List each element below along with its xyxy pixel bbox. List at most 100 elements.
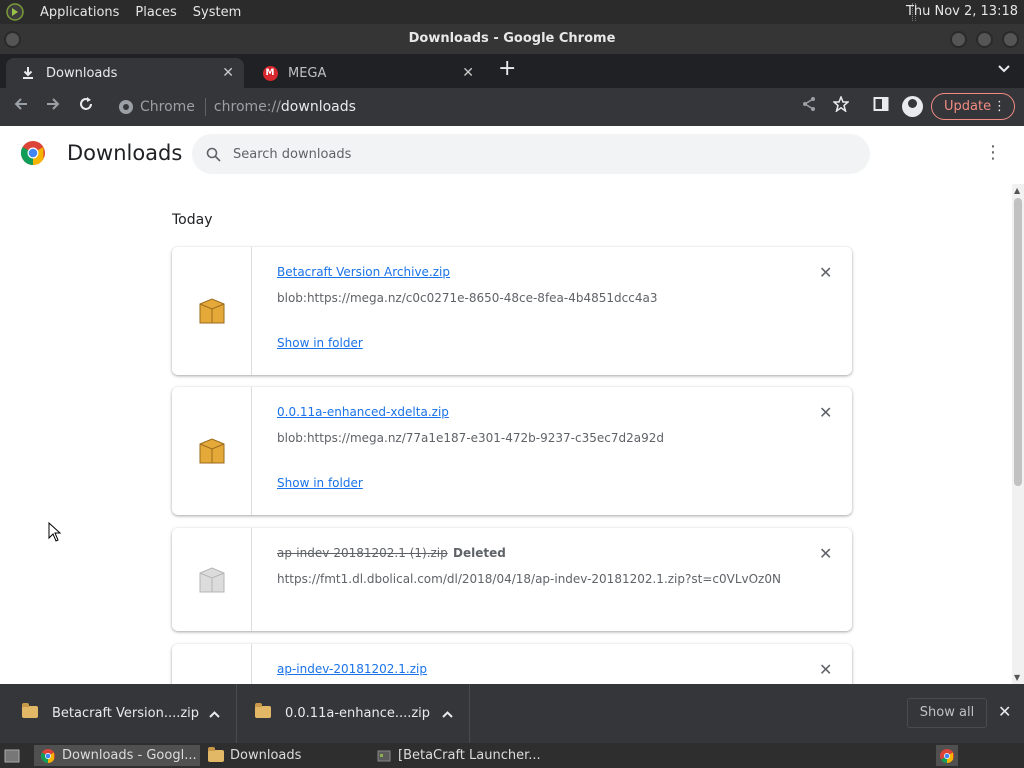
download-shelf: Betacraft Version....zip 0.0.11a-enhance…: [0, 684, 1024, 743]
menu-places[interactable]: Places: [135, 5, 176, 20]
update-label: Update: [944, 99, 992, 114]
download-status-badge: Deleted: [453, 546, 506, 560]
shelf-item-name: 0.0.11a-enhance....zip: [285, 706, 431, 721]
bookmark-star-icon[interactable]: [832, 94, 850, 117]
download-item: Betacraft Version Archive.zip blob:https…: [172, 247, 852, 375]
gnome-foot-icon[interactable]: [6, 3, 24, 21]
side-panel-icon[interactable]: [873, 96, 889, 117]
tab-mega[interactable]: M MEGA ✕: [248, 58, 484, 88]
task-files[interactable]: Downloads: [202, 745, 368, 766]
search-input[interactable]: [233, 146, 833, 162]
shelf-item[interactable]: 0.0.11a-enhance....zip: [237, 684, 470, 743]
download-filename-link[interactable]: 0.0.11a-enhanced-xdelta.zip: [277, 405, 449, 419]
back-icon[interactable]: [13, 96, 29, 117]
url-scheme: chrome://: [213, 99, 281, 115]
section-today-label: Today: [172, 212, 213, 228]
search-icon: [206, 147, 221, 162]
download-filename-link[interactable]: ap-indev-20181202.1.zip: [277, 662, 427, 676]
page-scrollbar[interactable]: ▲ ▼: [1012, 184, 1024, 684]
close-window-icon[interactable]: [1002, 31, 1019, 48]
chevron-up-icon[interactable]: [442, 707, 453, 721]
panel-clock[interactable]: Thu Nov 2, 13:18: [906, 4, 1018, 19]
download-filename: ap-indev-20181202.1 (1).zip: [277, 546, 448, 560]
mouse-cursor-icon: [48, 522, 62, 542]
archive-file-icon: [199, 438, 224, 464]
chrome-site-icon: [119, 100, 133, 114]
task-betacraft[interactable]: [BetaCraft Launcher...: [370, 745, 570, 766]
scroll-up-icon[interactable]: ▲: [1014, 186, 1020, 195]
chevron-up-icon[interactable]: [209, 707, 220, 721]
zip-file-icon: [255, 702, 271, 722]
file-icon-column: [172, 247, 252, 375]
shelf-item-name: Betacraft Version....zip: [52, 706, 200, 721]
panel-menu: Applications Places System: [0, 3, 241, 21]
window-titlebar[interactable]: Downloads - Google Chrome: [0, 24, 1024, 54]
show-all-button[interactable]: Show all: [907, 698, 987, 728]
file-icon-column: [172, 644, 252, 684]
maximize-icon[interactable]: [976, 31, 993, 48]
folder-icon: [208, 746, 224, 764]
betacraft-icon: [377, 750, 391, 761]
chrome-logo-icon: [20, 141, 45, 165]
download-item: 0.0.11a-enhanced-xdelta.zip blob:https:/…: [172, 387, 852, 515]
tab-label: MEGA: [288, 65, 327, 81]
show-in-folder-link[interactable]: Show in folder: [277, 336, 363, 350]
share-icon[interactable]: [801, 96, 817, 117]
forward-icon[interactable]: [45, 96, 61, 117]
top-panel: Applications Places System Thu Nov 2, 13…: [0, 0, 1024, 24]
file-icon-column: [172, 528, 252, 631]
reload-icon[interactable]: [78, 96, 94, 117]
menu-applications[interactable]: Applications: [40, 5, 119, 20]
chevron-down-icon[interactable]: [998, 62, 1010, 76]
close-tab-icon[interactable]: ✕: [222, 65, 234, 81]
remove-download-icon[interactable]: ✕: [819, 660, 832, 679]
task-label: Downloads: [230, 748, 302, 763]
minimize-icon[interactable]: [950, 31, 967, 48]
scrollbar-thumb[interactable]: [1014, 198, 1022, 486]
download-source-url: https://fmt1.dl.dbolical.com/dl/2018/04/…: [277, 572, 782, 586]
window-title: Downloads - Google Chrome: [408, 31, 616, 46]
url-host: downloads: [280, 99, 356, 115]
close-tab-icon[interactable]: ✕: [462, 65, 474, 81]
profile-avatar-icon[interactable]: [902, 96, 923, 117]
scroll-down-icon[interactable]: ▼: [1014, 673, 1020, 682]
downloads-page: Downloads ⋮ Today Betacraft Version Arch…: [0, 126, 1024, 684]
tab-label: Downloads: [46, 65, 118, 81]
download-source-url: blob:https://mega.nz/c0c0271e-8650-48ce-…: [277, 291, 658, 305]
window-menu-icon[interactable]: [4, 31, 21, 48]
chrome-task-icon: [41, 748, 55, 763]
tray-chrome-icon[interactable]: [936, 745, 958, 766]
zip-file-icon: [22, 702, 38, 722]
mega-icon: M: [262, 65, 278, 81]
more-vert-icon[interactable]: ⋮: [993, 94, 1006, 119]
menu-system[interactable]: System: [193, 5, 241, 20]
download-source-url: blob:https://mega.nz/77a1e187-e301-472b-…: [277, 431, 664, 445]
task-chrome[interactable]: Downloads - Googl...: [34, 745, 200, 766]
show-in-folder-link[interactable]: Show in folder: [277, 476, 363, 490]
task-label: Downloads - Googl...: [62, 748, 197, 763]
download-icon: [20, 65, 36, 81]
tab-downloads[interactable]: Downloads ✕: [6, 58, 244, 88]
download-item: ap-indev-20181202.1.zip ✕: [172, 644, 852, 684]
site-label: Chrome: [140, 99, 195, 115]
browser-toolbar: Chrome chrome://downloads Update ⋮: [0, 88, 1024, 126]
remove-download-icon[interactable]: ✕: [819, 544, 832, 563]
url-text[interactable]: chrome://downloads: [206, 99, 356, 115]
remove-download-icon[interactable]: ✕: [819, 403, 832, 422]
update-button[interactable]: Update ⋮: [931, 93, 1015, 120]
close-shelf-icon[interactable]: ✕: [998, 702, 1011, 721]
remove-download-icon[interactable]: ✕: [819, 263, 832, 282]
task-label: [BetaCraft Launcher...: [398, 748, 541, 763]
download-filename-link[interactable]: Betacraft Version Archive.zip: [277, 265, 450, 279]
search-downloads-box[interactable]: [192, 134, 870, 174]
downloads-header: Downloads ⋮: [0, 126, 1024, 182]
file-icon-column: [172, 387, 252, 515]
show-desktop-icon[interactable]: [0, 745, 24, 766]
more-actions-icon[interactable]: ⋮: [984, 144, 1002, 162]
bottom-taskbar: Downloads - Googl... Downloads [BetaCraf…: [0, 743, 1024, 768]
archive-file-icon: [199, 298, 224, 324]
page-title: Downloads: [67, 141, 183, 165]
new-tab-icon[interactable]: +: [498, 58, 516, 80]
site-info[interactable]: Chrome: [108, 98, 206, 116]
shelf-item[interactable]: Betacraft Version....zip: [0, 684, 237, 743]
